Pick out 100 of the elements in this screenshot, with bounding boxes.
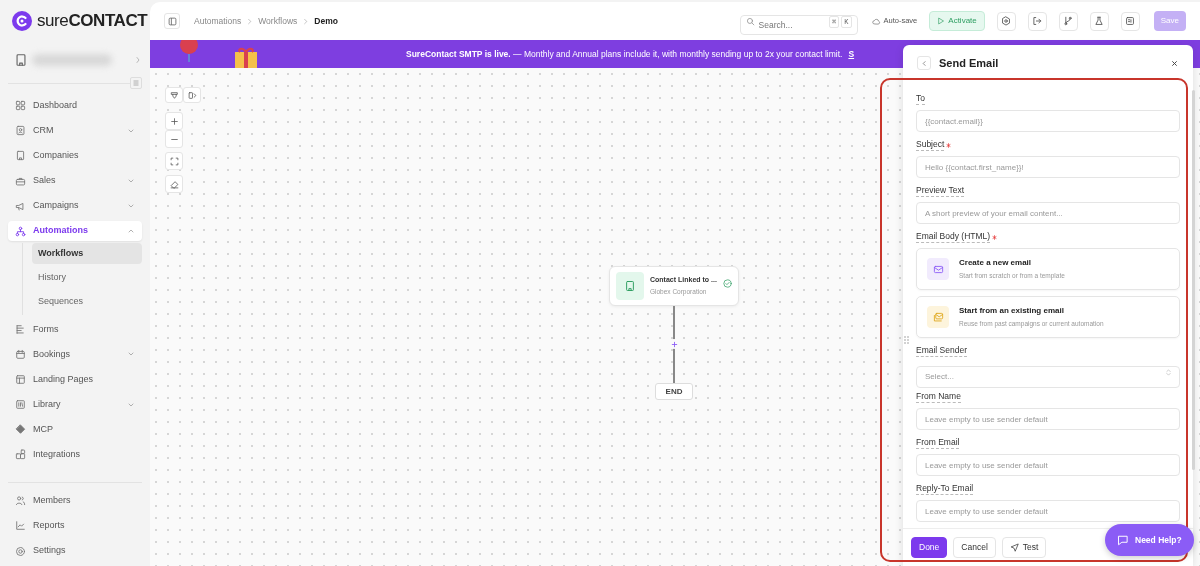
field-label: From Email bbox=[916, 437, 960, 449]
funnel-button[interactable] bbox=[165, 87, 183, 103]
need-help-button[interactable]: Need Help? bbox=[1105, 524, 1194, 556]
field-label: From Name bbox=[916, 391, 961, 403]
calendar-icon bbox=[15, 348, 26, 360]
text-field[interactable]: A short preview of your email content... bbox=[916, 202, 1180, 224]
sidebar-item[interactable]: Campaigns bbox=[8, 196, 142, 217]
zoom-out-button[interactable] bbox=[165, 130, 183, 148]
sidebar-item[interactable]: Sales bbox=[8, 171, 142, 192]
stacked-mail-icon bbox=[932, 311, 944, 323]
sidebar-subitem[interactable]: Sequences bbox=[32, 291, 142, 313]
flask-button[interactable] bbox=[1089, 11, 1109, 31]
cancel-button[interactable]: Cancel bbox=[953, 537, 996, 558]
text-field[interactable]: Leave empty to use sender default bbox=[916, 408, 1180, 430]
field-label: Reply-To Email bbox=[916, 483, 974, 495]
logo-icon bbox=[12, 11, 32, 31]
chevron-right-icon bbox=[246, 17, 254, 25]
announcement-link[interactable]: S bbox=[848, 47, 855, 61]
exit-icon bbox=[1032, 16, 1043, 26]
sidebar-item[interactable]: CRM bbox=[8, 120, 142, 141]
field-label: Subject bbox=[916, 139, 945, 151]
hexagon-settings-icon bbox=[1001, 16, 1012, 26]
sidebar-item[interactable]: Automations bbox=[8, 221, 142, 242]
flask-icon bbox=[1094, 16, 1105, 26]
zoom-in-button[interactable] bbox=[165, 112, 183, 130]
announcement-text: SureContact SMTP is live. — Monthly and Annual plans include it, with monthly sending up to 2x your contact limit. bbox=[406, 47, 843, 61]
send-icon bbox=[1009, 543, 1019, 552]
sidebar-item[interactable]: Library bbox=[8, 394, 142, 415]
sidebar-item[interactable]: Dashboard bbox=[8, 95, 142, 116]
text-field[interactable]: Hello {{contact.first_name}}! bbox=[916, 156, 1180, 178]
sidebar-item[interactable]: Members bbox=[8, 490, 142, 511]
panel-title: Send Email bbox=[939, 55, 999, 71]
test-button[interactable]: Test bbox=[1001, 537, 1047, 558]
sidebar-item[interactable]: Landing Pages bbox=[8, 369, 142, 390]
text-field[interactable]: Leave empty to use sender default bbox=[916, 500, 1180, 522]
mail-plus-icon bbox=[932, 263, 944, 275]
text-field[interactable]: {{contact.email}} bbox=[916, 110, 1180, 132]
megaphone-icon bbox=[15, 200, 26, 212]
eraser-icon bbox=[169, 179, 179, 189]
sidebar-item[interactable]: Companies bbox=[8, 145, 142, 166]
building-icon bbox=[15, 150, 26, 162]
building-icon bbox=[14, 53, 28, 68]
settings-icon bbox=[15, 545, 26, 557]
funnel-icon bbox=[169, 90, 179, 100]
plus-icon bbox=[670, 340, 678, 348]
sidebar-toggle-icon bbox=[167, 16, 177, 26]
contact-card-icon bbox=[15, 125, 26, 137]
sidebar-subitem[interactable]: History bbox=[32, 267, 142, 289]
chat-icon bbox=[1117, 534, 1129, 546]
panel-toggle-icon bbox=[187, 90, 197, 100]
breadcrumb-item[interactable]: Automations bbox=[194, 14, 242, 28]
fit-view-icon bbox=[169, 156, 179, 166]
grid-icon bbox=[15, 100, 26, 112]
sidebar-item[interactable]: MCP bbox=[8, 419, 142, 440]
library-icon bbox=[15, 399, 26, 411]
breadcrumb-item[interactable]: Workflows bbox=[258, 14, 298, 28]
option-title: Create a new email bbox=[959, 257, 1033, 270]
briefcase-icon bbox=[15, 175, 26, 187]
sidebar-item[interactable]: Settings bbox=[8, 541, 142, 562]
close-button[interactable] bbox=[1169, 58, 1179, 68]
integrations-icon bbox=[15, 449, 26, 461]
branch-button[interactable] bbox=[1058, 11, 1078, 31]
menu-lines-icon bbox=[132, 78, 140, 87]
sidebar-item[interactable]: Forms bbox=[8, 319, 142, 340]
sidebar-subitem[interactable]: Workflows bbox=[32, 243, 142, 265]
panel-icon bbox=[1125, 16, 1136, 26]
cloud-icon bbox=[871, 16, 881, 26]
fit-view-button[interactable] bbox=[165, 152, 183, 170]
form-icon bbox=[15, 323, 26, 335]
panel-button[interactable] bbox=[1120, 11, 1140, 31]
hexagon-settings-button[interactable] bbox=[996, 11, 1016, 31]
field-label: Preview Text bbox=[916, 185, 965, 197]
field-label: Email Sender bbox=[916, 345, 968, 357]
building-icon bbox=[624, 280, 636, 292]
sidebar-toggle-button[interactable] bbox=[164, 13, 180, 29]
diamond-icon bbox=[15, 424, 26, 436]
sidebar-item[interactable]: Bookings bbox=[8, 344, 142, 365]
line-chart-icon bbox=[15, 520, 26, 532]
text-field[interactable]: Leave empty to use sender default bbox=[916, 454, 1180, 476]
users-icon bbox=[15, 495, 26, 507]
field-label: Email Body (HTML) bbox=[916, 231, 991, 243]
sidebar-item[interactable]: Reports bbox=[8, 515, 142, 536]
play-icon bbox=[937, 17, 946, 25]
drag-handle-icon[interactable] bbox=[904, 336, 909, 344]
exit-button[interactable] bbox=[1027, 11, 1047, 31]
eraser-button[interactable] bbox=[165, 175, 183, 193]
panel-toggle-button[interactable] bbox=[183, 87, 201, 103]
sidebar-item[interactable]: Integrations bbox=[8, 444, 142, 465]
option-title: Start from an existing email bbox=[959, 305, 1065, 318]
branch-icon bbox=[1063, 16, 1074, 26]
chevron-left-icon bbox=[920, 59, 928, 67]
done-button[interactable]: Done bbox=[911, 537, 948, 558]
chevron-right-icon bbox=[302, 17, 310, 25]
zoom-in-icon bbox=[169, 116, 179, 126]
layout-icon bbox=[15, 374, 26, 385]
gift-icon bbox=[232, 46, 260, 68]
up-down-chevron-icon bbox=[1165, 369, 1172, 376]
select-field[interactable]: Select... bbox=[916, 365, 1180, 388]
close-icon bbox=[1170, 59, 1178, 67]
field-label: To bbox=[916, 93, 925, 105]
